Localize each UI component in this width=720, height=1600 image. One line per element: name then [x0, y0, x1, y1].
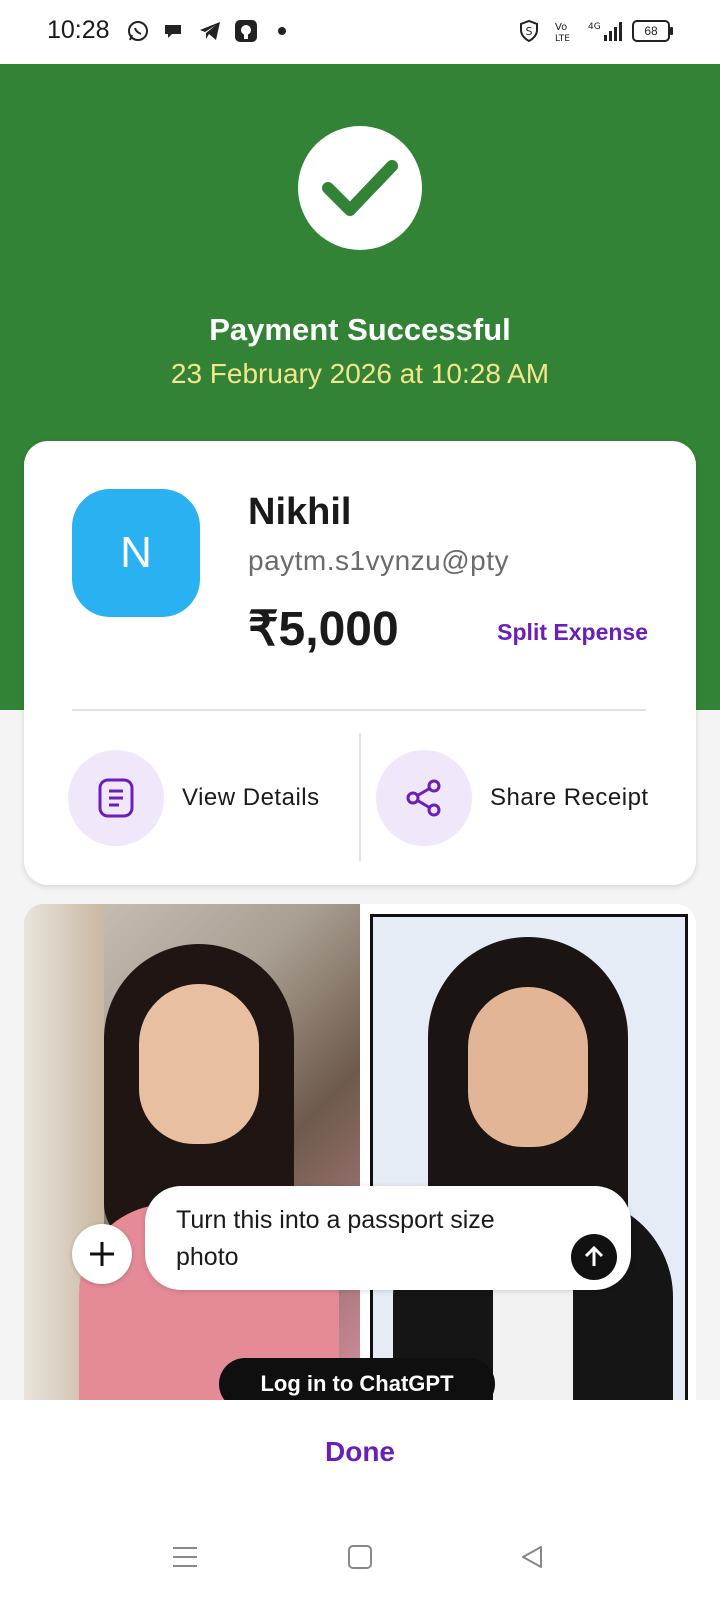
system-nav-bar: [0, 1536, 720, 1576]
plus-icon: [72, 1224, 132, 1284]
avatar: N: [72, 489, 200, 617]
notification-icons: [125, 18, 295, 44]
payee-name: Nikhil: [248, 491, 352, 533]
svg-text:LTE: LTE: [555, 34, 570, 43]
ad-login-button: Log in to ChatGPT: [219, 1358, 495, 1400]
payment-card: N Nikhil paytm.s1vynzu@pty ₹5,000 Split …: [24, 441, 696, 885]
payment-status-title: Payment Successful: [209, 312, 511, 347]
success-check-icon: [298, 126, 422, 250]
app-icon: [233, 18, 259, 44]
ad-prompt-text: Turn this into a passport size photo: [176, 1206, 495, 1271]
share-icon: [376, 750, 472, 846]
divider: [72, 709, 646, 711]
ad-prompt-box: Turn this into a passport size photo: [145, 1186, 631, 1290]
share-receipt-button[interactable]: Share Receipt: [376, 750, 649, 846]
menu-icon[interactable]: [165, 1542, 205, 1572]
arrow-up-icon: [571, 1234, 617, 1280]
view-details-button[interactable]: View Details: [68, 750, 320, 846]
document-icon: [68, 750, 164, 846]
payment-amount: ₹5,000: [248, 603, 399, 656]
shield-icon: S: [516, 18, 542, 44]
signal-icon: 4G: [588, 18, 622, 44]
divider-vertical: [359, 733, 361, 861]
ad-banner[interactable]: Turn this into a passport size photo Log…: [24, 904, 696, 1400]
status-bar: 10:28 S Vo LTE 4G 68: [0, 0, 720, 64]
network-type: 4G: [588, 22, 601, 32]
battery-icon: 68: [632, 20, 673, 42]
back-icon[interactable]: [512, 1542, 552, 1572]
split-expense-button[interactable]: Split Expense: [497, 619, 648, 646]
ad-photo-after: [360, 904, 696, 1400]
svg-text:Vo: Vo: [555, 22, 567, 33]
ad-photo-before: [24, 904, 360, 1400]
whatsapp-icon: [125, 18, 151, 44]
status-time: 10:28: [47, 16, 110, 44]
share-receipt-label: Share Receipt: [490, 784, 649, 811]
battery-level: 68: [644, 24, 658, 38]
telegram-icon: [197, 18, 223, 44]
volte-icon: Vo LTE: [552, 18, 578, 44]
chat-icon: [161, 18, 187, 44]
more-notifications-icon: [269, 18, 295, 44]
system-icons: S Vo LTE 4G 68: [516, 18, 673, 44]
view-details-label: View Details: [182, 784, 320, 811]
home-icon[interactable]: [340, 1542, 380, 1572]
payee-upi-id: paytm.s1vynzu@pty: [248, 545, 510, 576]
done-button[interactable]: Done: [0, 1436, 720, 1468]
svg-text:S: S: [526, 25, 533, 38]
payment-datetime: 23 February 2026 at 10:28 AM: [170, 358, 550, 389]
